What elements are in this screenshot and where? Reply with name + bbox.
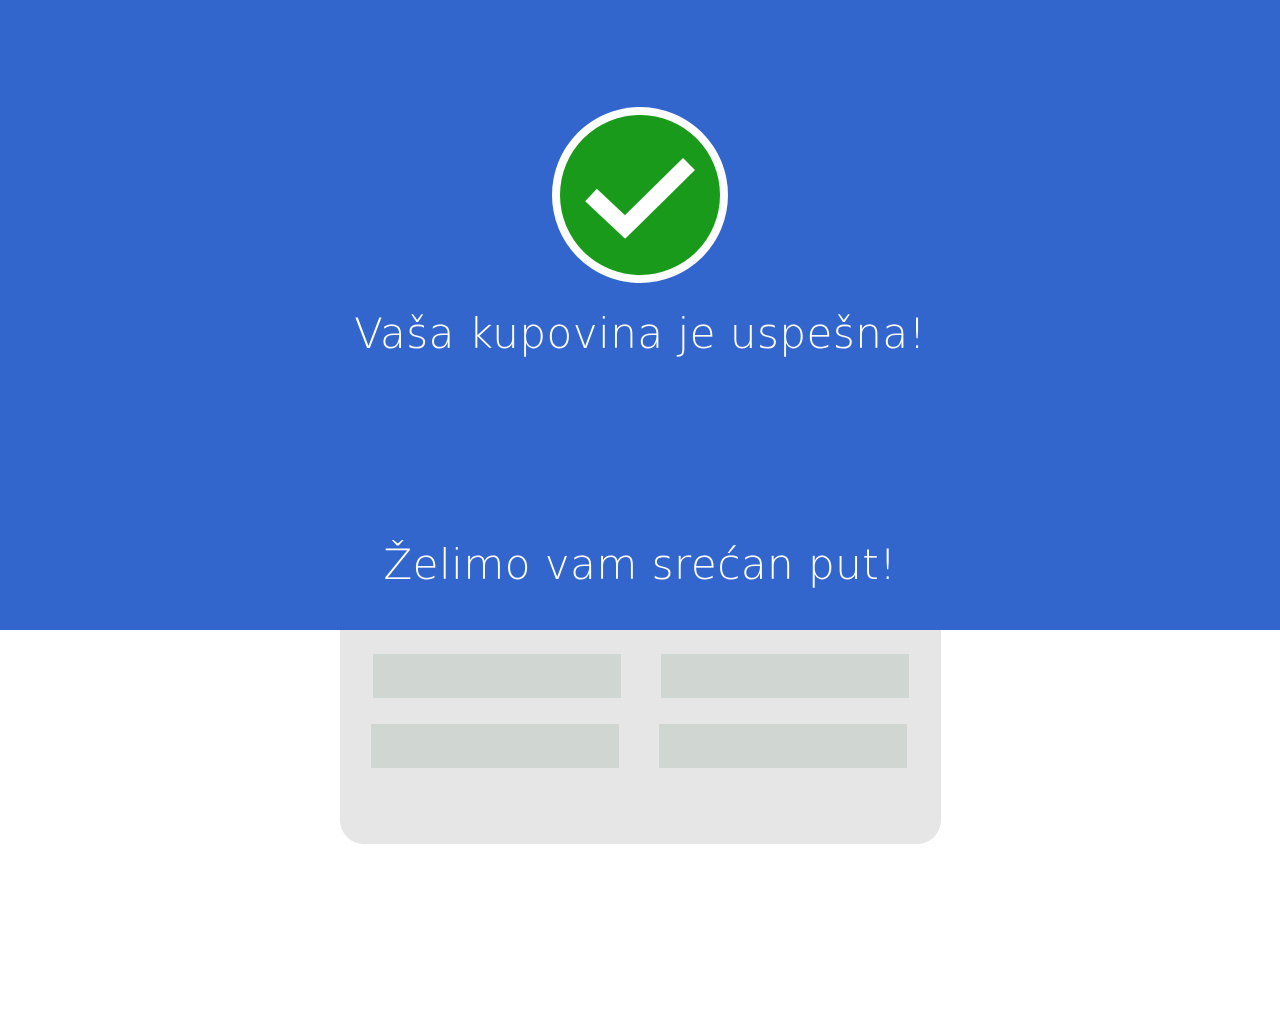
farewell-message: Želimo vam srećan put! [383,540,897,589]
success-title: Vaša kupovina je uspešna! [354,309,926,358]
ticket-placeholder-field [659,724,907,768]
ticket-placeholder-field [661,654,909,698]
ticket-placeholder-field [373,654,621,698]
check-circle-icon [549,104,731,286]
ticket-placeholder-field [371,724,619,768]
ticket-card [340,600,941,844]
success-banner: Vaša kupovina je uspešna! Želimo vam sre… [0,0,1280,630]
